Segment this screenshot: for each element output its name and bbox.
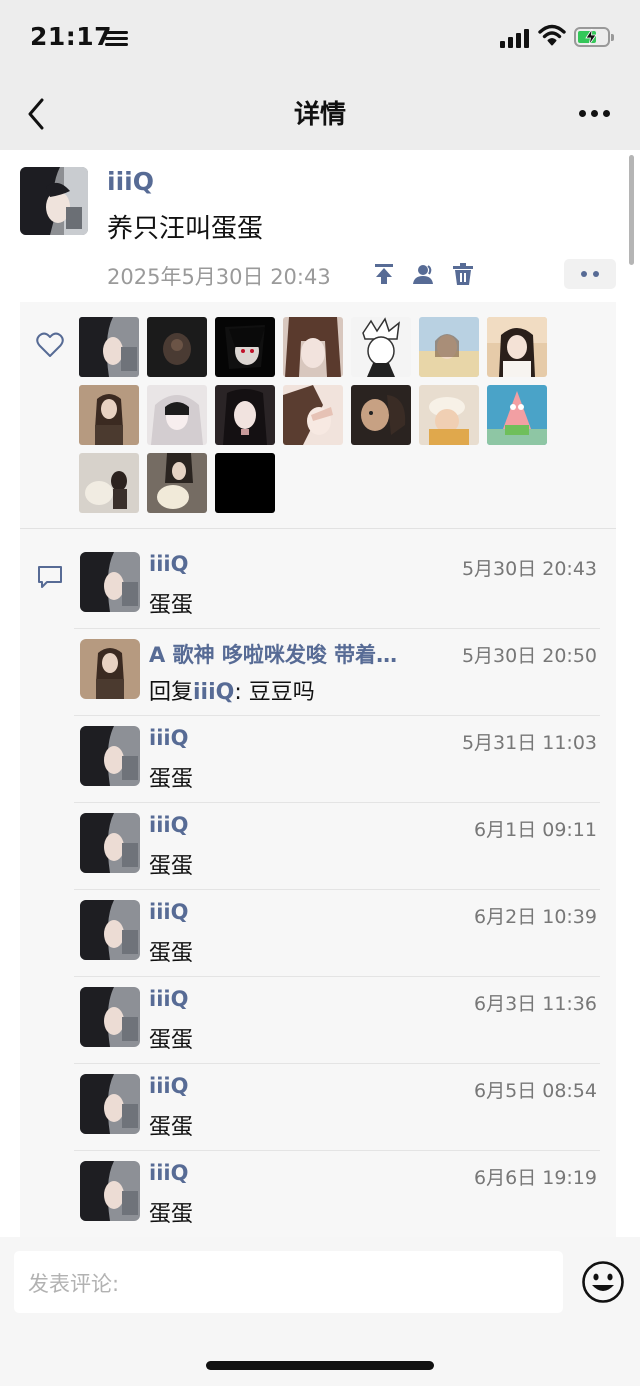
comment-time: 6月3日 11:36 (474, 993, 597, 1015)
comment-time: 6月5日 08:54 (474, 1080, 597, 1102)
comment-text: 蛋蛋 (149, 941, 194, 966)
comment-input-bar: 发表评论: (0, 1237, 640, 1386)
reply-prefix: 回复 (149, 680, 194, 705)
liker-avatar[interactable] (351, 385, 411, 445)
liker-avatar[interactable] (215, 453, 275, 513)
commenter-avatar[interactable] (80, 987, 140, 1047)
comment-text: 回复iiiQ: 豆豆吗 (149, 674, 315, 706)
liker-avatar[interactable] (147, 317, 207, 377)
post-timestamp: 2025年5月30日 20:43 (107, 265, 331, 289)
commenter-avatar[interactable] (80, 900, 140, 960)
wifi-icon (538, 24, 566, 46)
commenter-avatar[interactable] (80, 726, 140, 786)
liker-avatar[interactable] (79, 317, 139, 377)
liker-avatar[interactable] (487, 385, 547, 445)
comment-item[interactable]: iiiQ 6月6日 19:19 蛋蛋 (74, 1151, 600, 1237)
commenter-avatar[interactable] (80, 1074, 140, 1134)
cellular-signal-icon (500, 28, 532, 48)
commenter-avatar[interactable] (80, 552, 140, 612)
focus-list-icon (105, 31, 128, 47)
page-title: 详情 (293, 100, 346, 130)
contacts-icon[interactable] (411, 262, 435, 286)
commenter-name[interactable]: iiiQ (149, 1074, 188, 1098)
comment-time: 5月30日 20:43 (461, 558, 597, 580)
liker-avatar[interactable] (487, 317, 547, 377)
comment-bubble-icon (38, 566, 62, 588)
reply-to-name[interactable]: iiiQ (193, 680, 234, 705)
emoji-face-icon[interactable] (581, 1260, 625, 1304)
author-name[interactable]: iiiQ (107, 167, 154, 196)
comment-text: 蛋蛋 (149, 767, 194, 792)
comment-text: 蛋蛋 (149, 854, 194, 879)
commenter-avatar[interactable] (80, 1161, 140, 1221)
commenter-name[interactable]: A 歌神 哆啦咪发唆 带着… (149, 639, 397, 669)
status-time: 21:17 (30, 22, 113, 51)
liker-avatar[interactable] (283, 317, 343, 377)
liker-avatar[interactable] (283, 385, 343, 445)
more-dots-icon[interactable] (576, 110, 612, 118)
liker-avatar[interactable] (215, 385, 275, 445)
comment-time: 5月30日 20:50 (461, 645, 597, 667)
liker-avatar[interactable] (419, 317, 479, 377)
reply-text: : 豆豆吗 (234, 680, 315, 705)
commenter-name[interactable]: iiiQ (149, 987, 188, 1011)
comment-item[interactable]: iiiQ 5月31日 11:03 蛋蛋 (74, 716, 600, 803)
commenter-name[interactable]: iiiQ (149, 813, 188, 837)
liker-avatar[interactable] (147, 385, 207, 445)
commenter-avatar[interactable] (80, 639, 140, 699)
post-text: 养只汪叫蛋蛋 (107, 214, 264, 244)
comment-time: 6月2日 10:39 (474, 906, 597, 928)
comment-text: 蛋蛋 (149, 1028, 194, 1053)
liker-avatar[interactable] (147, 453, 207, 513)
comment-input[interactable]: 发表评论: (14, 1251, 563, 1313)
comment-time: 6月6日 19:19 (474, 1167, 597, 1189)
liker-avatar[interactable] (419, 385, 479, 445)
commenter-name[interactable]: iiiQ (149, 900, 188, 924)
scrollbar[interactable] (629, 155, 634, 265)
post-more-button[interactable] (564, 259, 616, 289)
comment-time: 6月1日 09:11 (474, 819, 597, 841)
commenter-avatar[interactable] (80, 813, 140, 873)
status-bar: 21:17 (0, 0, 640, 80)
liker-avatar[interactable] (215, 317, 275, 377)
comment-item[interactable]: iiiQ 6月5日 08:54 蛋蛋 (74, 1064, 600, 1151)
heart-outline-icon (36, 332, 64, 357)
battery-charging-icon (574, 27, 614, 47)
home-indicator (206, 1361, 434, 1370)
nav-bar: 详情 (0, 80, 640, 150)
comment-item[interactable]: iiiQ 6月1日 09:11 蛋蛋 (74, 803, 600, 890)
comment-text: 蛋蛋 (149, 593, 194, 618)
comment-item[interactable]: iiiQ 6月3日 11:36 蛋蛋 (74, 977, 600, 1064)
commenter-name[interactable]: iiiQ (149, 1161, 188, 1185)
post-detail[interactable]: iiiQ 养只汪叫蛋蛋 2025年5月30日 20:43 iiiQ 5月30日 … (0, 150, 640, 1237)
trash-icon[interactable] (451, 262, 475, 286)
comment-item[interactable]: iiiQ 5月30日 20:43 蛋蛋 (74, 542, 600, 629)
interaction-panel: iiiQ 5月30日 20:43 蛋蛋 A 歌神 哆啦咪发唆 带着… 5月30日… (20, 302, 616, 1237)
comment-text: 蛋蛋 (149, 1115, 194, 1140)
commenter-name[interactable]: iiiQ (149, 552, 188, 576)
comment-item[interactable]: A 歌神 哆啦咪发唆 带着… 5月30日 20:50 回复iiiQ: 豆豆吗 (74, 629, 600, 716)
commenter-name[interactable]: iiiQ (149, 726, 188, 750)
liker-avatar[interactable] (79, 453, 139, 513)
comment-text: 蛋蛋 (149, 1202, 194, 1227)
comment-input-placeholder: 发表评论: (28, 1272, 120, 1296)
section-divider (20, 528, 616, 529)
author-avatar[interactable] (20, 167, 88, 235)
liker-avatar[interactable] (79, 385, 139, 445)
comment-item[interactable]: iiiQ 6月2日 10:39 蛋蛋 (74, 890, 600, 977)
comment-time: 5月31日 11:03 (461, 732, 597, 754)
liker-avatar[interactable] (351, 317, 411, 377)
pin-top-icon[interactable] (372, 262, 396, 286)
